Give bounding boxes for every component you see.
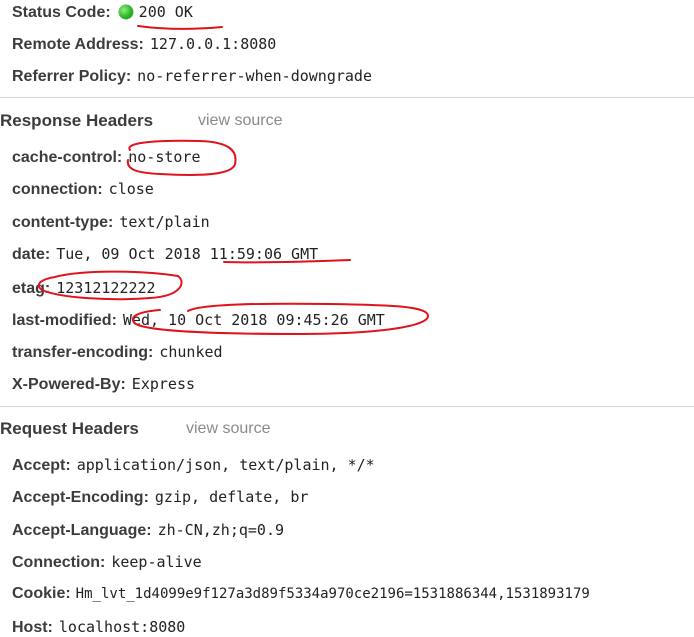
header-value: close — [108, 180, 154, 198]
response-header-row: etag: 12312122222 — [12, 276, 156, 300]
request-header-row: Accept-Encoding: gzip, deflate, br — [12, 485, 308, 509]
header-value: keep-alive — [111, 553, 202, 571]
response-header-row: X-Powered-By: Express — [12, 372, 195, 396]
request-header-row: Connection: keep-alive — [12, 550, 202, 574]
response-header-row: connection: close — [12, 177, 154, 201]
response-headers-title[interactable]: Response Headers — [0, 111, 153, 130]
header-value: chunked — [159, 343, 223, 361]
request-header-row: Accept-Language: zh-CN,zh;q=0.9 — [12, 518, 284, 542]
header-value: gzip, deflate, br — [154, 488, 309, 506]
header-value: zh-CN,zh;q=0.9 — [157, 521, 285, 539]
request-header-row: Cookie: Hm_lvt_1d4099e9f127a3d89f5334a970… — [12, 582, 590, 606]
referrer-policy-row: Referrer Policy: no-referrer-when-downgra… — [12, 64, 372, 88]
response-header-row: content-type: text/plain — [12, 210, 210, 234]
referrer-policy-key: Referrer Policy: — [12, 68, 132, 85]
header-value: Hm_lvt_1d4099e9f127a3d89f5334a970ce2196=… — [75, 586, 590, 602]
status-underline-mark — [137, 25, 223, 30]
header-key: Accept-Language: — [12, 522, 152, 539]
header-key: etag: — [12, 280, 51, 297]
header-value: application/json, text/plain, */* — [76, 456, 375, 474]
header-key: connection: — [12, 181, 103, 198]
header-key: Cookie: — [12, 585, 71, 602]
header-value: Tue, 09 Oct 2018 11:59:06 GMT — [56, 245, 319, 263]
status-code-row: Status Code: 200 OK — [12, 0, 193, 24]
header-key: cache-control: — [12, 149, 123, 166]
header-key: date: — [12, 246, 51, 263]
header-value: Express — [131, 375, 196, 393]
header-value: Wed, 10 Oct 2018 09:45:26 GMT — [122, 311, 385, 329]
section-divider — [0, 97, 694, 98]
response-header-row: last-modified: Wed, 10 Oct 2018 09:45:26 … — [12, 308, 385, 332]
response-headers-header[interactable]: Response Headers view source — [0, 109, 400, 133]
request-header-row: Host: localhost:8080 — [12, 615, 185, 637]
status-ok-icon — [118, 5, 133, 19]
remote-address-key: Remote Address: — [12, 36, 144, 53]
status-code-value: 200 OK — [138, 3, 193, 21]
header-value: text/plain — [119, 213, 210, 231]
response-view-source-link[interactable]: view source — [198, 109, 282, 133]
header-key: Accept-Encoding: — [12, 489, 149, 506]
request-header-row: Accept: application/json, text/plain, */* — [12, 453, 375, 477]
response-header-row: transfer-encoding: chunked — [12, 340, 223, 364]
header-key: X-Powered-By: — [12, 376, 126, 393]
header-key: Accept: — [12, 457, 71, 474]
response-header-row: date: Tue, 09 Oct 2018 11:59:06 GMT — [12, 242, 318, 266]
response-header-row: cache-control: no-store — [12, 145, 201, 169]
remote-address-row: Remote Address: 127.0.0.1:8080 — [12, 32, 276, 56]
remote-address-value: 127.0.0.1:8080 — [149, 35, 277, 53]
request-headers-title[interactable]: Request Headers — [0, 419, 139, 438]
header-value: no-store — [128, 148, 201, 166]
header-value: 12312122222 — [56, 279, 156, 297]
request-view-source-link[interactable]: view source — [186, 417, 270, 441]
header-value: localhost:8080 — [58, 618, 186, 636]
header-key: content-type: — [12, 214, 114, 231]
header-key: transfer-encoding: — [12, 344, 154, 361]
header-key: Connection: — [12, 554, 106, 571]
request-headers-header[interactable]: Request Headers view source — [0, 417, 400, 441]
referrer-policy-value: no-referrer-when-downgrade — [137, 67, 372, 85]
header-key: last-modified: — [12, 312, 117, 329]
header-key: Host: — [12, 619, 53, 636]
section-divider — [0, 406, 694, 407]
status-code-key: Status Code: — [12, 4, 111, 21]
